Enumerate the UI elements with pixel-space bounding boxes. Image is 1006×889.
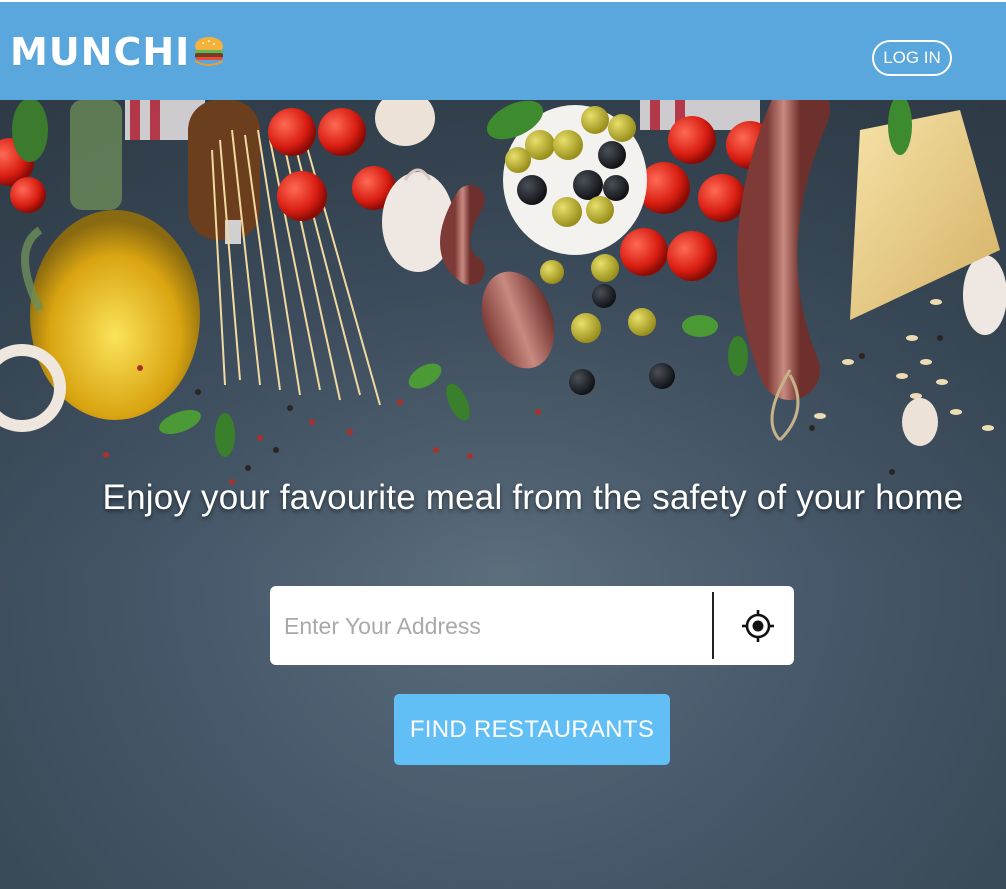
top-nav-bar: MUNCHI LOG IN [0,0,1006,100]
brand-name: MUNCHI [10,30,191,74]
crosshair-location-icon [742,610,774,642]
landing-page: MUNCHI LOG IN Enjoy your favourite meal … [0,0,1006,889]
search-divider [712,592,714,659]
login-button[interactable]: LOG IN [872,40,952,76]
hero-section: Enjoy your favourite meal from the safet… [0,100,1006,889]
address-input[interactable] [282,596,706,657]
find-restaurants-button[interactable]: FIND RESTAURANTS [394,694,670,765]
address-search-bar [270,586,794,665]
locate-me-button[interactable] [736,604,780,648]
hero-headline: Enjoy your favourite meal from the safet… [102,478,964,517]
burger-icon [195,37,224,66]
brand-logo[interactable]: MUNCHI [10,30,226,74]
